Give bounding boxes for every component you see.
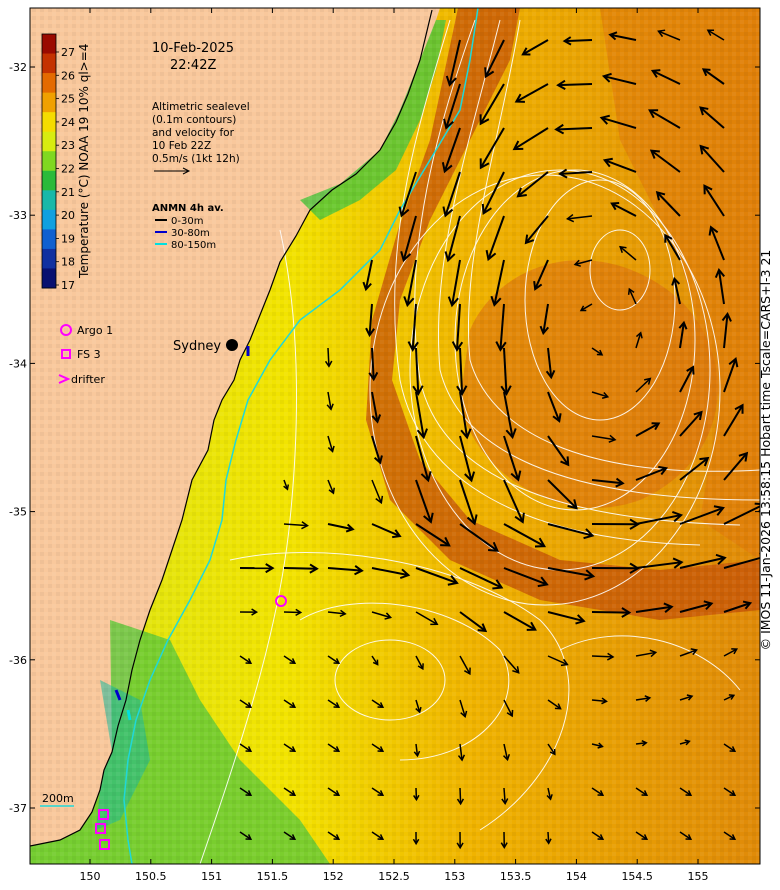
- colorbar-swatch: [42, 53, 56, 74]
- svg-text:(0.1m contours): (0.1m contours): [152, 114, 236, 126]
- colorbar-tick-label: 23: [61, 139, 75, 152]
- colorbar-swatch: [42, 131, 56, 152]
- colorbar-tick-label: 19: [61, 232, 75, 245]
- colorbar-tick-label: 17: [61, 279, 75, 292]
- date-label: 10-Feb-2025: [152, 41, 234, 56]
- sydney-marker: [226, 339, 238, 351]
- svg-text:and velocity for: and velocity for: [152, 127, 235, 139]
- colorbar-swatch: [42, 73, 56, 94]
- colorbar-swatch: [42, 92, 56, 113]
- svg-text:30-80m: 30-80m: [171, 228, 210, 239]
- colorbar-tick-label: 27: [61, 46, 75, 59]
- colorbar-tick-label: 18: [61, 256, 75, 269]
- svg-text:0.5m/s (1kt 12h): 0.5m/s (1kt 12h): [152, 153, 240, 165]
- time-label: 22:42Z: [170, 58, 216, 73]
- colorbar-swatch: [42, 209, 56, 230]
- lon-tick-label: 151.5: [257, 870, 289, 883]
- colorbar-swatch: [42, 112, 56, 133]
- isobath-label: 200m: [42, 792, 74, 805]
- colorbar-tick-label: 20: [61, 209, 75, 222]
- svg-text:80-150m: 80-150m: [171, 240, 216, 251]
- svg-text:0-30m: 0-30m: [171, 216, 203, 227]
- lon-tick-label: 150.5: [135, 870, 167, 883]
- svg-text:10 Feb 22Z: 10 Feb 22Z: [152, 140, 211, 152]
- mooring-marker: [126, 709, 132, 721]
- colorbar-tick-label: 22: [61, 163, 75, 176]
- colorbar-tick-label: 26: [61, 69, 75, 82]
- lat-tick-label: -35: [9, 506, 27, 519]
- copyright-credit: © IMOS 11-Jan-2026 13:58:15 Hobart time …: [758, 249, 773, 651]
- lon-tick-label: 151: [201, 870, 222, 883]
- lon-tick-label: 153.5: [500, 870, 532, 883]
- lon-tick-label: 150: [80, 870, 101, 883]
- colorbar-label: Temperature (°C) NOAA 19 10% ql>=4: [77, 44, 91, 279]
- svg-text:drifter: drifter: [71, 373, 105, 386]
- colorbar-tick-label: 21: [61, 186, 75, 199]
- colorbar-tick-label: 25: [61, 93, 75, 106]
- lon-tick-label: 154: [566, 870, 587, 883]
- colorbar-swatch: [42, 229, 56, 250]
- colorbar-swatch: [42, 34, 56, 55]
- lon-tick-label: 152.5: [378, 870, 410, 883]
- svg-text:ANMN 4h av.: ANMN 4h av.: [152, 203, 224, 214]
- lat-tick-label: -32: [9, 61, 27, 74]
- sst-map: -32 -33 -34 -35 -36 -37 150 150.5 151 151.5 152 15…: [9, 7, 761, 883]
- colorbar-swatch: [42, 170, 56, 191]
- svg-text:Altimetric sealevel: Altimetric sealevel: [152, 101, 250, 113]
- lon-tick-label: 152: [323, 870, 344, 883]
- svg-text:FS 3: FS 3: [77, 348, 101, 361]
- city-label-sydney: Sydney: [173, 339, 221, 354]
- colorbar-tick-label: 24: [61, 116, 75, 129]
- lat-tick-label: -36: [9, 654, 27, 667]
- lat-tick-label: -34: [9, 357, 27, 370]
- colorbar-swatch: [42, 151, 56, 172]
- lat-tick-label: -33: [9, 209, 27, 222]
- svg-text:Argo 1: Argo 1: [77, 324, 113, 337]
- colorbar-swatch: [42, 190, 56, 211]
- lon-tick-label: 154.5: [621, 870, 653, 883]
- colorbar-swatch: [42, 268, 56, 289]
- lat-tick-label: -37: [9, 802, 27, 815]
- lon-tick-label: 153: [444, 870, 465, 883]
- colorbar-swatch: [42, 248, 56, 269]
- lon-tick-label: 155: [688, 870, 709, 883]
